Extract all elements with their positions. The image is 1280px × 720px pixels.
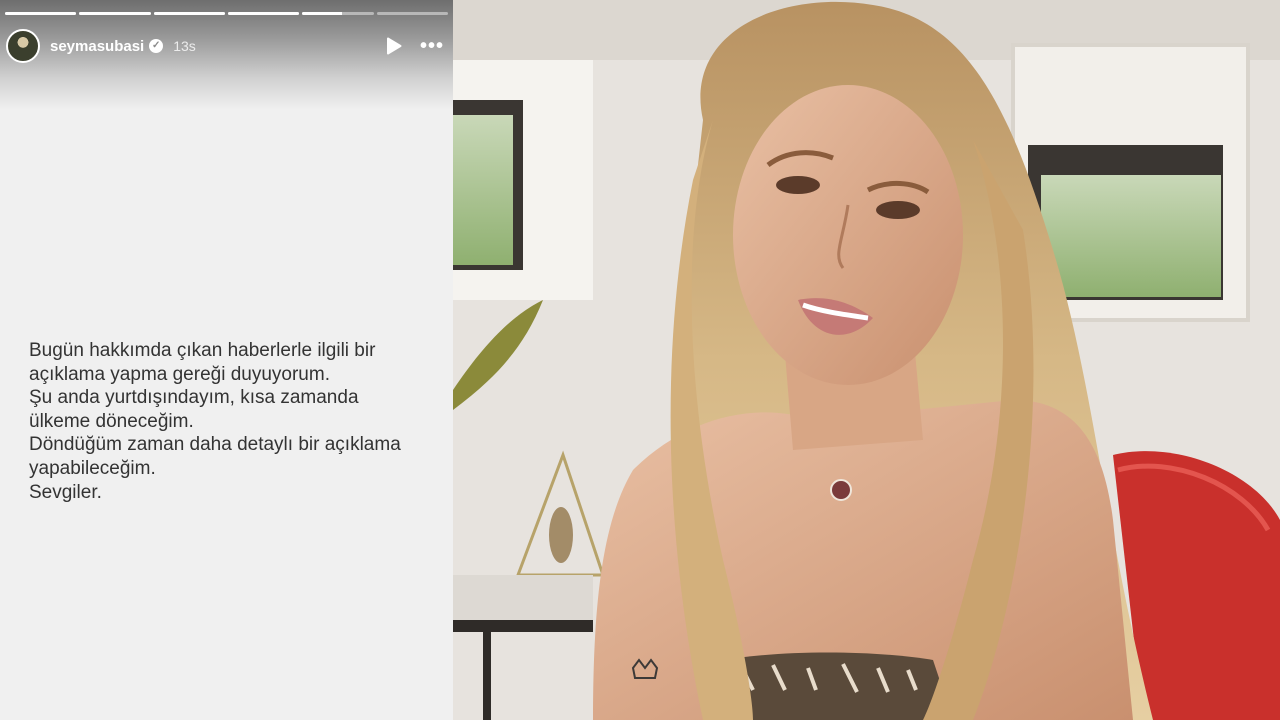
progress-fill-4 [227, 12, 300, 15]
message-line: Döndüğüm zaman daha detaylı bir açıklama [29, 434, 401, 456]
username[interactable]: seymasubasi [50, 38, 144, 55]
message-line: Sevgiler. [29, 481, 102, 503]
message-line: açıklama yapma gereği duyuyorum. [29, 363, 330, 385]
message-line: Bugün hakkımda çıkan haberlerle ilgili b… [29, 340, 376, 361]
progress-segment-5 [302, 12, 374, 15]
message-line: yapabileceğim. [29, 457, 156, 479]
progress-fill-1 [5, 12, 77, 15]
verified-check-icon: ✓ [149, 39, 164, 53]
progress-segment-1 [5, 12, 77, 15]
progress-segment-6 [376, 12, 448, 15]
story-panel[interactable]: seymasubasi ✓ 13s ••• Bugün hakkımda çık… [0, 0, 453, 720]
play-icon[interactable] [386, 37, 402, 55]
progress-segment-3 [153, 12, 225, 15]
message-line: ülkeme döneceğim. [29, 410, 194, 432]
more-horizontal-icon[interactable]: ••• [420, 36, 446, 56]
story-time: 13s [173, 38, 196, 54]
message-line: Şu anda yurtdışındayım, kısa zamanda [29, 387, 359, 409]
story-message: Bugün hakkımda çıkan haberlerle ilgili b… [29, 339, 444, 504]
progress-fill-2 [79, 12, 151, 15]
avatar[interactable] [6, 29, 40, 63]
woman-photo [453, 0, 1280, 720]
progress-fill-5 [302, 12, 342, 15]
progress-fill-3 [153, 12, 225, 15]
progress-segment-2 [79, 12, 151, 15]
progress-segment-4 [227, 12, 300, 15]
story-progress-bar [5, 12, 448, 15]
photo-illustration [453, 0, 1280, 720]
